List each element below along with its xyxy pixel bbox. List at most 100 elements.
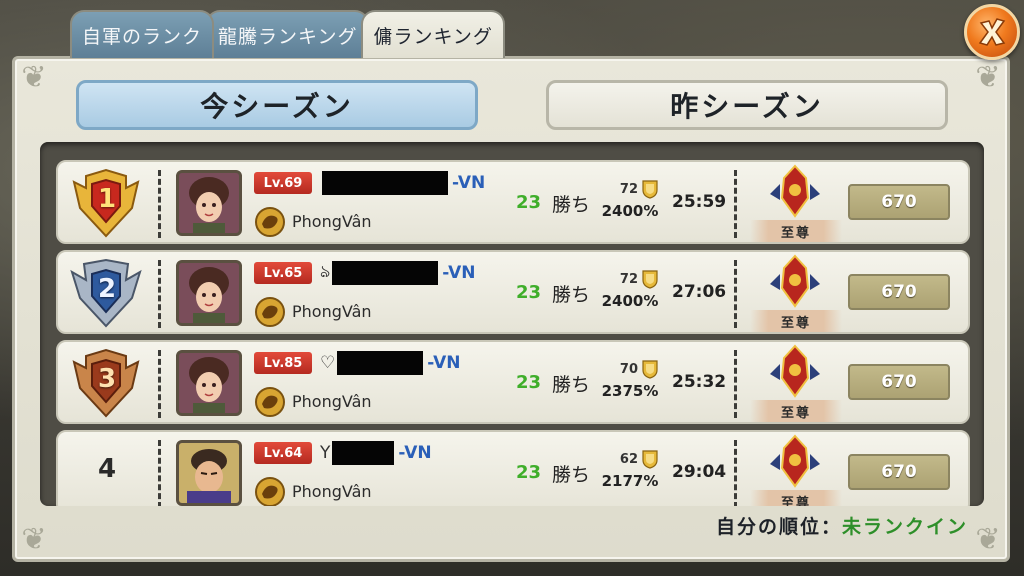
my-rank-label: 自分の順位： — [716, 516, 843, 538]
tab-bar: 自軍のランク 龍騰ランキング 傭ランキング — [70, 10, 505, 58]
level-badge: Lv.69 — [254, 172, 312, 194]
divider — [734, 350, 737, 418]
tab-mercenary-ranking[interactable]: 傭ランキング — [361, 10, 505, 58]
shield-icon — [642, 270, 658, 289]
ranking-row[interactable]: 2 Lv.65 ঌ -VN PhongVân 23 勝ち 72 2400% 27… — [56, 250, 970, 334]
redacted-name — [337, 351, 424, 375]
clear-time: 25:59 — [672, 192, 727, 212]
close-icon — [978, 18, 1006, 46]
score-value: 670 — [848, 184, 950, 220]
corner-ornament: ❦ — [21, 522, 47, 557]
avatar-portrait — [179, 353, 239, 413]
shield-count: 62 — [619, 452, 638, 467]
wins-count: 23 — [516, 462, 542, 483]
divider — [734, 260, 737, 328]
player-name[interactable]: -VN — [320, 170, 485, 196]
name-server-suffix: -VN — [442, 263, 476, 283]
close-button[interactable] — [964, 4, 1020, 60]
win-percent: 2400% — [601, 292, 659, 310]
shield-count: 72 — [619, 272, 638, 287]
guild-dragon-icon — [255, 387, 285, 417]
player-avatar[interactable] — [176, 260, 242, 326]
player-avatar[interactable] — [176, 350, 242, 416]
score-value: 670 — [848, 454, 950, 490]
my-rank: 自分の順位：未ランクイン — [716, 512, 968, 539]
tab-own-army-rank[interactable]: 自軍のランク — [70, 10, 215, 58]
guild-name: PhongVân — [292, 392, 372, 411]
rank-number: 4 — [97, 454, 117, 484]
guild-name: PhongVân — [292, 212, 372, 231]
corner-ornament: ❦ — [975, 60, 1001, 95]
name-server-suffix: -VN — [398, 443, 432, 463]
ranking-row[interactable]: 3 Lv.85 ♡ -VN PhongVân 23 勝ち 70 2375% 25… — [56, 340, 970, 424]
level-badge: Lv.64 — [254, 442, 312, 464]
name-server-suffix: -VN — [427, 353, 461, 373]
name-prefix: ♡ — [320, 353, 336, 373]
player-name[interactable]: ঌ -VN — [320, 260, 475, 286]
divider — [158, 260, 161, 328]
wins-label: 勝ち — [552, 464, 591, 486]
avatar-portrait — [179, 443, 239, 503]
tier-emblem-icon — [770, 344, 820, 398]
my-rank-value: 未ランクイン — [842, 516, 969, 538]
wins-label: 勝ち — [552, 194, 591, 216]
guild-dragon-icon — [255, 297, 285, 327]
guild-name: PhongVân — [292, 302, 372, 321]
tier-emblem-icon — [770, 164, 820, 218]
ranking-row[interactable]: 4 Lv.64 Y -VN PhongVân 23 勝ち 62 2177% 29… — [56, 430, 970, 506]
wins-label: 勝ち — [552, 374, 591, 396]
rank-number: 1 — [97, 184, 117, 214]
previous-season-button[interactable]: 昨シーズン — [546, 80, 948, 130]
score-value: 670 — [848, 274, 950, 310]
corner-ornament: ❦ — [975, 522, 1001, 557]
tier-label: 至尊 — [750, 220, 842, 242]
player-avatar[interactable] — [176, 170, 242, 236]
tier-emblem-icon — [770, 434, 820, 488]
avatar-portrait — [179, 173, 239, 233]
win-percent: 2375% — [601, 382, 659, 400]
divider — [734, 440, 737, 506]
redacted-name — [332, 261, 439, 285]
corner-ornament: ❦ — [21, 60, 47, 95]
avatar-portrait — [179, 263, 239, 323]
player-name[interactable]: Y -VN — [320, 440, 432, 466]
shield-icon — [642, 180, 658, 199]
wins-count: 23 — [516, 282, 542, 303]
divider — [158, 350, 161, 418]
rank-number: 3 — [97, 364, 117, 394]
score-value: 670 — [848, 364, 950, 400]
win-percent: 2400% — [601, 202, 659, 220]
player-avatar[interactable] — [176, 440, 242, 506]
wins-count: 23 — [516, 192, 542, 213]
ranking-list[interactable]: 1 Lv.69 -VN PhongVân 23 勝ち 72 2400% 25:5… — [40, 142, 984, 506]
shield-icon — [642, 450, 658, 469]
wins-count: 23 — [516, 372, 542, 393]
divider — [734, 170, 737, 238]
ranking-row[interactable]: 1 Lv.69 -VN PhongVân 23 勝ち 72 2400% 25:5… — [56, 160, 970, 244]
guild-name: PhongVân — [292, 482, 372, 501]
divider — [158, 440, 161, 506]
tier-label: 至尊 — [750, 310, 842, 332]
current-season-button[interactable]: 今シーズン — [76, 80, 478, 130]
clear-time: 27:06 — [672, 282, 727, 302]
redacted-name — [332, 441, 395, 465]
name-prefix: Y — [320, 443, 331, 463]
level-badge: Lv.85 — [254, 352, 312, 374]
clear-time: 25:32 — [672, 372, 727, 392]
redacted-name — [322, 171, 448, 195]
name-prefix: ঌ — [320, 262, 331, 282]
clear-time: 29:04 — [672, 462, 727, 482]
name-server-suffix: -VN — [452, 173, 486, 193]
player-name[interactable]: ♡ -VN — [320, 350, 460, 376]
tier-label: 至尊 — [750, 400, 842, 422]
tier-emblem-icon — [770, 254, 820, 308]
shield-icon — [642, 360, 658, 379]
level-badge: Lv.65 — [254, 262, 312, 284]
divider — [158, 170, 161, 238]
tier-label: 至尊 — [750, 490, 842, 506]
rank-number: 2 — [97, 274, 117, 304]
tab-dragon-ranking[interactable]: 龍騰ランキング — [206, 10, 370, 58]
shield-count: 70 — [619, 362, 638, 377]
shield-count: 72 — [619, 182, 638, 197]
guild-dragon-icon — [255, 477, 285, 506]
